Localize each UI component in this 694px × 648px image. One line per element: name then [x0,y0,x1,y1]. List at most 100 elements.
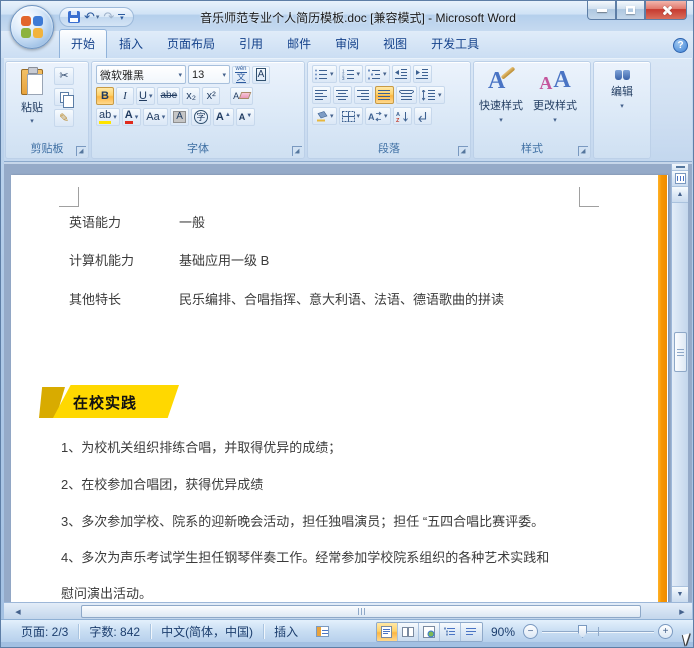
character-shading-button[interactable]: A [170,108,189,126]
show-hide-marks-button[interactable] [413,107,432,125]
section-banner[interactable]: 在校实践 [39,385,179,418]
chevron-down-icon: ▾ [120,14,124,22]
skill-row[interactable]: 计算机能力 基础应用一级 B [69,250,269,269]
redo-button[interactable]: ↷ [103,9,114,25]
restore-button[interactable] [616,1,645,20]
skill-row[interactable]: 其他特长 民乐编排、合唱指挥、意大利语、法语、德语歌曲的拼读 [69,289,504,308]
horizontal-scrollbar[interactable]: ◀ ▶ [4,602,692,619]
tab-view[interactable]: 视图 [371,29,419,58]
align-right-button[interactable] [354,86,373,104]
font-color-button[interactable]: A ▾ [121,108,142,126]
tab-references[interactable]: 引用 [227,29,275,58]
office-button[interactable] [10,5,54,49]
zoom-level[interactable]: 90% [491,625,515,639]
font-name-combo[interactable]: 微软雅黑 ▾ [96,65,186,84]
scroll-down-button[interactable]: ▼ [672,586,688,602]
format-painter-button[interactable]: ✎ [54,109,74,127]
vertical-scrollbar[interactable]: ▲ ▼ [671,164,688,602]
enclose-characters-button[interactable]: 字 [190,108,211,126]
zoom-out-button[interactable]: − [523,624,538,639]
paragraph-dialog-launcher[interactable] [458,146,468,156]
multilevel-list-button[interactable]: ▾ [365,65,390,83]
draft-view-button[interactable] [460,622,482,641]
zoom-slider-handle[interactable] [578,625,587,638]
asian-layout-button[interactable]: A ▾ [365,107,391,125]
page-indicator[interactable]: 页面: 2/3 [11,623,78,640]
macro-record-icon[interactable] [316,625,330,637]
document-line[interactable]: 慰问演出活动。 [61,583,152,602]
close-button[interactable] [645,1,687,20]
word-count[interactable]: 字数: 842 [79,623,150,640]
phonetic-guide-button[interactable]: wén 文 [232,65,250,84]
superscript-button[interactable]: x² [202,87,221,105]
undo-button[interactable]: ↶ ▾ [84,9,99,25]
tab-insert[interactable]: 插入 [107,29,155,58]
document-line[interactable]: 2、在校参加合唱团，获得优异成绩 [61,474,263,493]
tab-mailings[interactable]: 邮件 [275,29,323,58]
full-screen-reading-view-button[interactable] [397,622,419,641]
copy-button[interactable] [54,88,74,108]
scroll-right-button[interactable]: ▶ [674,604,690,619]
split-handle[interactable] [672,164,688,171]
tab-developer[interactable]: 开发工具 [419,29,491,58]
align-left-button[interactable] [312,86,331,104]
print-layout-view-button[interactable] [376,622,398,641]
shading-button[interactable]: ▾ [312,107,337,125]
cut-button[interactable]: ✂ [54,67,74,85]
minimize-button[interactable] [587,1,616,20]
editing-button[interactable]: 编辑 ▾ [598,67,646,111]
quick-styles-button[interactable]: A 快速样式 ▾ [474,66,528,125]
zoom-slider[interactable] [542,624,654,639]
zoom-in-button[interactable]: + [658,624,673,639]
borders-button[interactable]: ▾ [338,107,364,125]
tab-home[interactable]: 开始 [59,29,108,58]
document-page[interactable]: 英语能力 一般 计算机能力 基础应用一级 B 其他特长 民乐编排、合唱指挥、意大利语、… [11,175,668,604]
save-button[interactable] [68,11,80,23]
justify-button[interactable] [375,86,394,104]
align-center-button[interactable] [333,86,352,104]
change-case-button[interactable]: Aa ▾ [143,108,169,126]
redo-icon: ↷ [103,9,115,24]
skill-row[interactable]: 英语能力 一般 [69,212,205,231]
customize-qat-button[interactable]: ▾ [118,13,126,22]
change-styles-button[interactable]: AA 更改样式 ▾ [528,67,582,125]
document-line[interactable]: 4、多次为声乐考试学生担任钢琴伴奏工作。经常参加学校院系组织的各种艺术实践和 [61,547,549,566]
text-highlight-button[interactable]: ab ▾ [96,108,120,126]
subscript-button[interactable]: x₂ [182,87,201,105]
bold-button[interactable]: B [96,87,114,105]
vertical-scroll-thumb[interactable] [674,332,687,372]
strikethrough-button[interactable]: abe [157,87,181,105]
numbering-button[interactable]: 1 2 3 ▾ [338,65,364,83]
tab-review[interactable]: 审阅 [323,29,371,58]
font-size-combo[interactable]: 13 ▾ [188,65,230,84]
ribbon-tab-row: 开始 插入 页面布局 引用 邮件 审阅 视图 开发工具 ? [1,29,693,58]
tab-page-layout[interactable]: 页面布局 [155,29,227,58]
document-line[interactable]: 1、为校机关组织排练合唱，并取得优异的成绩； [61,437,341,456]
document-line[interactable]: 3、多次参加学校、院系的迎新晚会活动，担任独唱演员；担任 “五四合唱比赛评委。 [61,511,544,530]
web-layout-view-button[interactable] [418,622,440,641]
scroll-left-button[interactable]: ◀ [10,604,26,619]
language-indicator[interactable]: 中文(简体，中国) [151,623,263,640]
clipboard-dialog-launcher[interactable] [76,146,86,156]
underline-button[interactable]: U ▾ [136,87,156,105]
scroll-up-button[interactable]: ▲ [672,187,688,203]
increase-indent-button[interactable] [412,65,432,83]
sort-button[interactable]: AZ [392,107,412,125]
shrink-font-button[interactable]: A ▼ [235,108,256,126]
view-ruler-button[interactable] [672,171,688,187]
clear-formatting-button[interactable]: A [230,87,254,105]
paste-button[interactable]: 粘贴 ▾ [12,66,52,142]
decrease-indent-button[interactable] [391,65,411,83]
horizontal-scroll-thumb[interactable] [81,605,641,618]
line-spacing-button[interactable]: ▾ [419,86,445,104]
help-button[interactable]: ? [673,38,688,53]
bullets-button[interactable]: ▾ [312,65,337,83]
italic-button[interactable]: I [116,87,134,105]
distribute-text-button[interactable] [396,86,417,104]
outline-view-button[interactable] [439,622,461,641]
font-dialog-launcher[interactable] [292,146,302,156]
grow-font-button[interactable]: A ▲ [212,108,234,126]
character-border-button[interactable]: A [252,65,270,84]
insert-mode-indicator[interactable]: 插入 [264,623,308,640]
styles-dialog-launcher[interactable] [578,146,588,156]
